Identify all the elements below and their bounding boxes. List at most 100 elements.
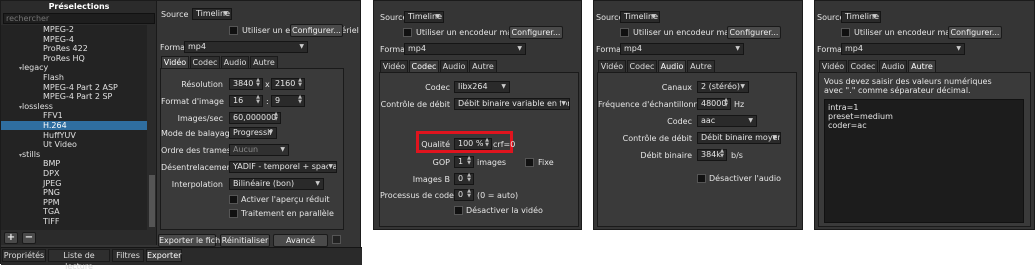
field-order-label: Ordre des trames [161, 146, 232, 155]
hw-encoder-checkbox[interactable] [229, 26, 238, 35]
tree-item[interactable]: MPEG-4 [1, 35, 147, 44]
tree-item[interactable]: JPEG [1, 179, 147, 188]
parallel-checkbox[interactable] [229, 209, 238, 218]
tree-group[interactable]: ▾ legacy [1, 63, 147, 72]
tree-item[interactable]: H.264 [1, 121, 147, 130]
tab-codec[interactable]: Codec [409, 60, 439, 72]
audio-ratecontrol-dropdown[interactable]: Débit binaire moyen ▼ [697, 132, 781, 144]
tab-audio[interactable]: Audio [879, 60, 907, 72]
tree-item[interactable]: MPEG-4 Part 2 SP [1, 92, 147, 101]
tree-group[interactable]: ▾ lossless [1, 102, 147, 111]
tree-item-label: DPX [43, 169, 60, 178]
tab-filters[interactable]: Filtres [112, 249, 144, 262]
interp-dropdown[interactable]: Bilinéaire (bon) ▼ [229, 178, 324, 190]
tree-item[interactable]: TGA [1, 207, 147, 216]
tree-group[interactable]: ▾ stills [1, 150, 147, 159]
fps-spinbox[interactable]: 60,000000 ▲ ▼ [229, 112, 281, 124]
bframes-spinbox[interactable]: 0 ▲ ▼ [454, 173, 474, 185]
format-dropdown[interactable]: mp4 ▼ [404, 43, 526, 55]
fixed-checkbox[interactable] [525, 158, 534, 167]
chevron-down-icon: ▼ [748, 117, 753, 124]
tab-video[interactable]: Vidéo [161, 56, 189, 68]
tree-item[interactable]: ProRes 422 [1, 44, 147, 53]
quality-spinbox[interactable]: 100 % ▲ ▼ [454, 138, 492, 150]
tab-audio[interactable]: Audio [221, 56, 249, 68]
hw-encoder-checkbox[interactable] [841, 28, 850, 37]
export-file-button[interactable]: Exporter le fichier [158, 234, 231, 247]
hw-encoder-checkbox[interactable] [620, 28, 629, 37]
audio-ratecontrol-label: Contrôle de débit [622, 134, 692, 143]
advanced-toggle[interactable] [332, 235, 341, 244]
ratecontrol-dropdown[interactable]: Débit binaire variable en fonction▼ [454, 98, 570, 110]
scrollbar-thumb[interactable] [149, 175, 155, 227]
tab-codec[interactable]: Codec [190, 56, 220, 68]
format-dropdown[interactable]: mp4 ▼ [841, 43, 965, 55]
disable-audio-checkbox[interactable] [697, 174, 706, 183]
aspect-w-spinbox[interactable]: 16 ▲ ▼ [229, 95, 263, 107]
tab-codec[interactable]: Codec [627, 60, 657, 72]
tab-video[interactable]: Vidéo [380, 60, 408, 72]
tree-item[interactable]: TIFF [1, 217, 147, 226]
reduced-preview-checkbox[interactable] [229, 195, 238, 204]
other-options-textarea[interactable]: intra=1 preset=medium coder=ac [824, 99, 1024, 223]
tab-audio[interactable]: Audio [440, 60, 468, 72]
remove-preset-button[interactable]: − [22, 232, 36, 244]
source-dropdown[interactable]: Timeline ▼ [620, 11, 660, 23]
tree-item[interactable]: Ut Video [1, 140, 147, 149]
tab-other[interactable]: Autre [908, 60, 936, 72]
configure-button[interactable]: Configurer... [509, 26, 563, 39]
codec-dropdown[interactable]: libx264 ▼ [454, 81, 510, 93]
tree-item[interactable]: ProRes HQ [1, 54, 147, 63]
tree-item[interactable]: HuffYUV [1, 131, 147, 140]
res-height-spinbox[interactable]: 2160 ▲ ▼ [271, 78, 305, 90]
hw-encoder-checkbox[interactable] [403, 28, 412, 37]
advanced-button[interactable]: Avancé [273, 234, 328, 247]
tab-codec[interactable]: Codec [848, 60, 878, 72]
threads-spinbox[interactable]: 0 ▲ ▼ [454, 189, 474, 201]
tab-video[interactable]: Vidéo [819, 60, 847, 72]
bitrate-spinbox[interactable]: 384k ▲ ▼ [697, 149, 727, 161]
samplerate-spinbox[interactable]: 48000 ▲ ▼ [697, 98, 731, 110]
tree-item[interactable]: FFV1 [1, 111, 147, 120]
disable-video-checkbox[interactable] [454, 206, 463, 215]
tree-item[interactable]: DPX [1, 169, 147, 178]
tree-item[interactable]: PPM [1, 198, 147, 207]
deinterlace-dropdown[interactable]: YADIF - temporel + spacial (mei▼ [229, 161, 337, 173]
tab-audio[interactable]: Audio [658, 60, 686, 72]
tree-item[interactable]: Flash [1, 73, 147, 82]
tab-properties[interactable]: Propriétés [2, 249, 46, 262]
chevron-down-icon: ▼ [561, 99, 566, 109]
res-width-spinbox[interactable]: 3840 ▲ ▼ [229, 78, 263, 90]
codec-label: Codec [425, 83, 450, 92]
field-order-dropdown[interactable]: Aucun ▼ [229, 144, 289, 156]
tree-item[interactable]: MPEG-2 [1, 25, 147, 34]
tab-playlist[interactable]: Liste de lecture [48, 249, 110, 271]
format-dropdown[interactable]: mp4 ▼ [184, 41, 308, 53]
audio-codec-dropdown[interactable]: aac ▼ [697, 115, 757, 127]
aspect-h-spinbox[interactable]: 9 ▲ ▼ [271, 95, 305, 107]
configure-button[interactable]: Configurer... [948, 26, 1002, 39]
tab-other[interactable]: Autre [469, 60, 497, 72]
presets-search-input[interactable] [3, 13, 155, 24]
tree-item[interactable]: PNG [1, 188, 147, 197]
tab-other[interactable]: Autre [687, 60, 715, 72]
configure-button[interactable]: Configurer... [290, 24, 343, 37]
tree-item[interactable]: MPEG-4 Part 2 ASP [1, 83, 147, 92]
add-preset-button[interactable]: + [4, 232, 18, 244]
format-dropdown[interactable]: mp4 ▼ [620, 43, 744, 55]
reset-button[interactable]: Réinitialiser [220, 234, 270, 247]
tree-item-label: HuffYUV [43, 130, 76, 140]
gop-spinbox[interactable]: 1 ▲ ▼ [454, 156, 474, 168]
audio-codec-label: Codec [667, 117, 692, 126]
channels-dropdown[interactable]: 2 (stéréo) ▼ [697, 81, 749, 93]
source-dropdown[interactable]: Timeline ▼ [404, 11, 444, 23]
source-dropdown[interactable]: Timeline ▼ [841, 11, 881, 23]
tree-item[interactable]: BMP [1, 159, 147, 168]
tab-export[interactable]: Exporter [146, 249, 182, 262]
source-dropdown[interactable]: Timeline ▼ [192, 8, 232, 20]
configure-button[interactable]: Configurer... [727, 26, 781, 39]
tab-other[interactable]: Autre [250, 56, 278, 68]
tab-video[interactable]: Vidéo [598, 60, 626, 72]
presets-scrollbar[interactable] [148, 25, 156, 230]
scan-dropdown[interactable]: Progressif ▼ [229, 127, 277, 139]
